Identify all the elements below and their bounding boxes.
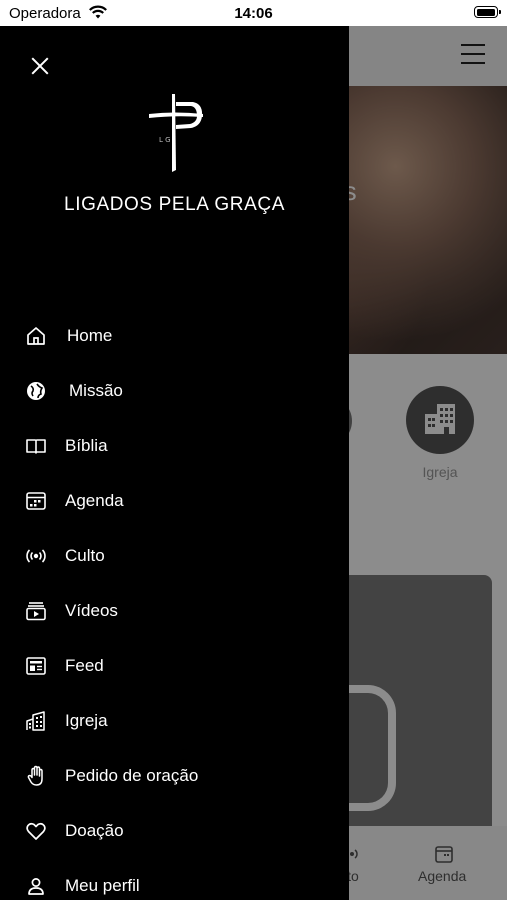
navigation-drawer: L G LIGADOS PELA GRAÇA Home Missão Bíbli… xyxy=(0,26,349,900)
menu-item-meu-perfil[interactable]: Meu perfil xyxy=(0,858,349,913)
globe-icon xyxy=(24,379,48,403)
menu-item-home[interactable]: Home xyxy=(0,308,349,363)
newspaper-icon xyxy=(24,654,48,678)
home-icon xyxy=(24,324,48,348)
menu-item-label: Culto xyxy=(65,545,105,565)
battery-icon xyxy=(474,6,501,18)
status-time: 14:06 xyxy=(234,5,273,22)
video-icon xyxy=(24,599,48,623)
building-icon xyxy=(24,709,48,733)
menu-item-label: Missão xyxy=(69,380,123,400)
menu-item-feed[interactable]: Feed xyxy=(0,638,349,693)
drawer-menu: Home Missão Bíblia Agenda Culto Vídeos F… xyxy=(0,308,349,913)
menu-item-culto[interactable]: Culto xyxy=(0,528,349,583)
hand-icon xyxy=(24,764,48,788)
menu-item-label: Vídeos xyxy=(65,600,118,620)
logo-letters: L G xyxy=(159,136,171,144)
menu-item-label: Agenda xyxy=(65,490,124,510)
status-bar: Operadora 14:06 xyxy=(0,0,507,26)
church-logo: L G xyxy=(145,92,209,174)
menu-item-label: Bíblia xyxy=(65,435,108,455)
menu-item-pedido-de-oracao[interactable]: Pedido de oração xyxy=(0,748,349,803)
menu-item-doacao[interactable]: Doação xyxy=(0,803,349,858)
menu-item-agenda[interactable]: Agenda xyxy=(0,473,349,528)
menu-item-label: Pedido de oração xyxy=(65,765,199,785)
menu-item-label: Feed xyxy=(65,655,104,675)
menu-item-label: Meu perfil xyxy=(65,875,140,895)
book-icon xyxy=(24,434,48,458)
menu-item-label: Igreja xyxy=(65,710,108,730)
menu-item-missao[interactable]: Missão xyxy=(0,363,349,418)
calendar-icon xyxy=(24,489,48,513)
menu-item-videos[interactable]: Vídeos xyxy=(0,583,349,638)
broadcast-icon xyxy=(24,544,48,568)
user-icon xyxy=(24,874,48,898)
heart-icon xyxy=(24,819,48,843)
close-icon[interactable] xyxy=(28,54,52,78)
menu-item-igreja[interactable]: Igreja xyxy=(0,693,349,748)
menu-item-label: Home xyxy=(67,325,113,345)
menu-item-label: Doação xyxy=(65,820,124,840)
menu-item-biblia[interactable]: Bíblia xyxy=(0,418,349,473)
brand-name: LIGADOS PELA GRAÇA xyxy=(64,194,285,215)
